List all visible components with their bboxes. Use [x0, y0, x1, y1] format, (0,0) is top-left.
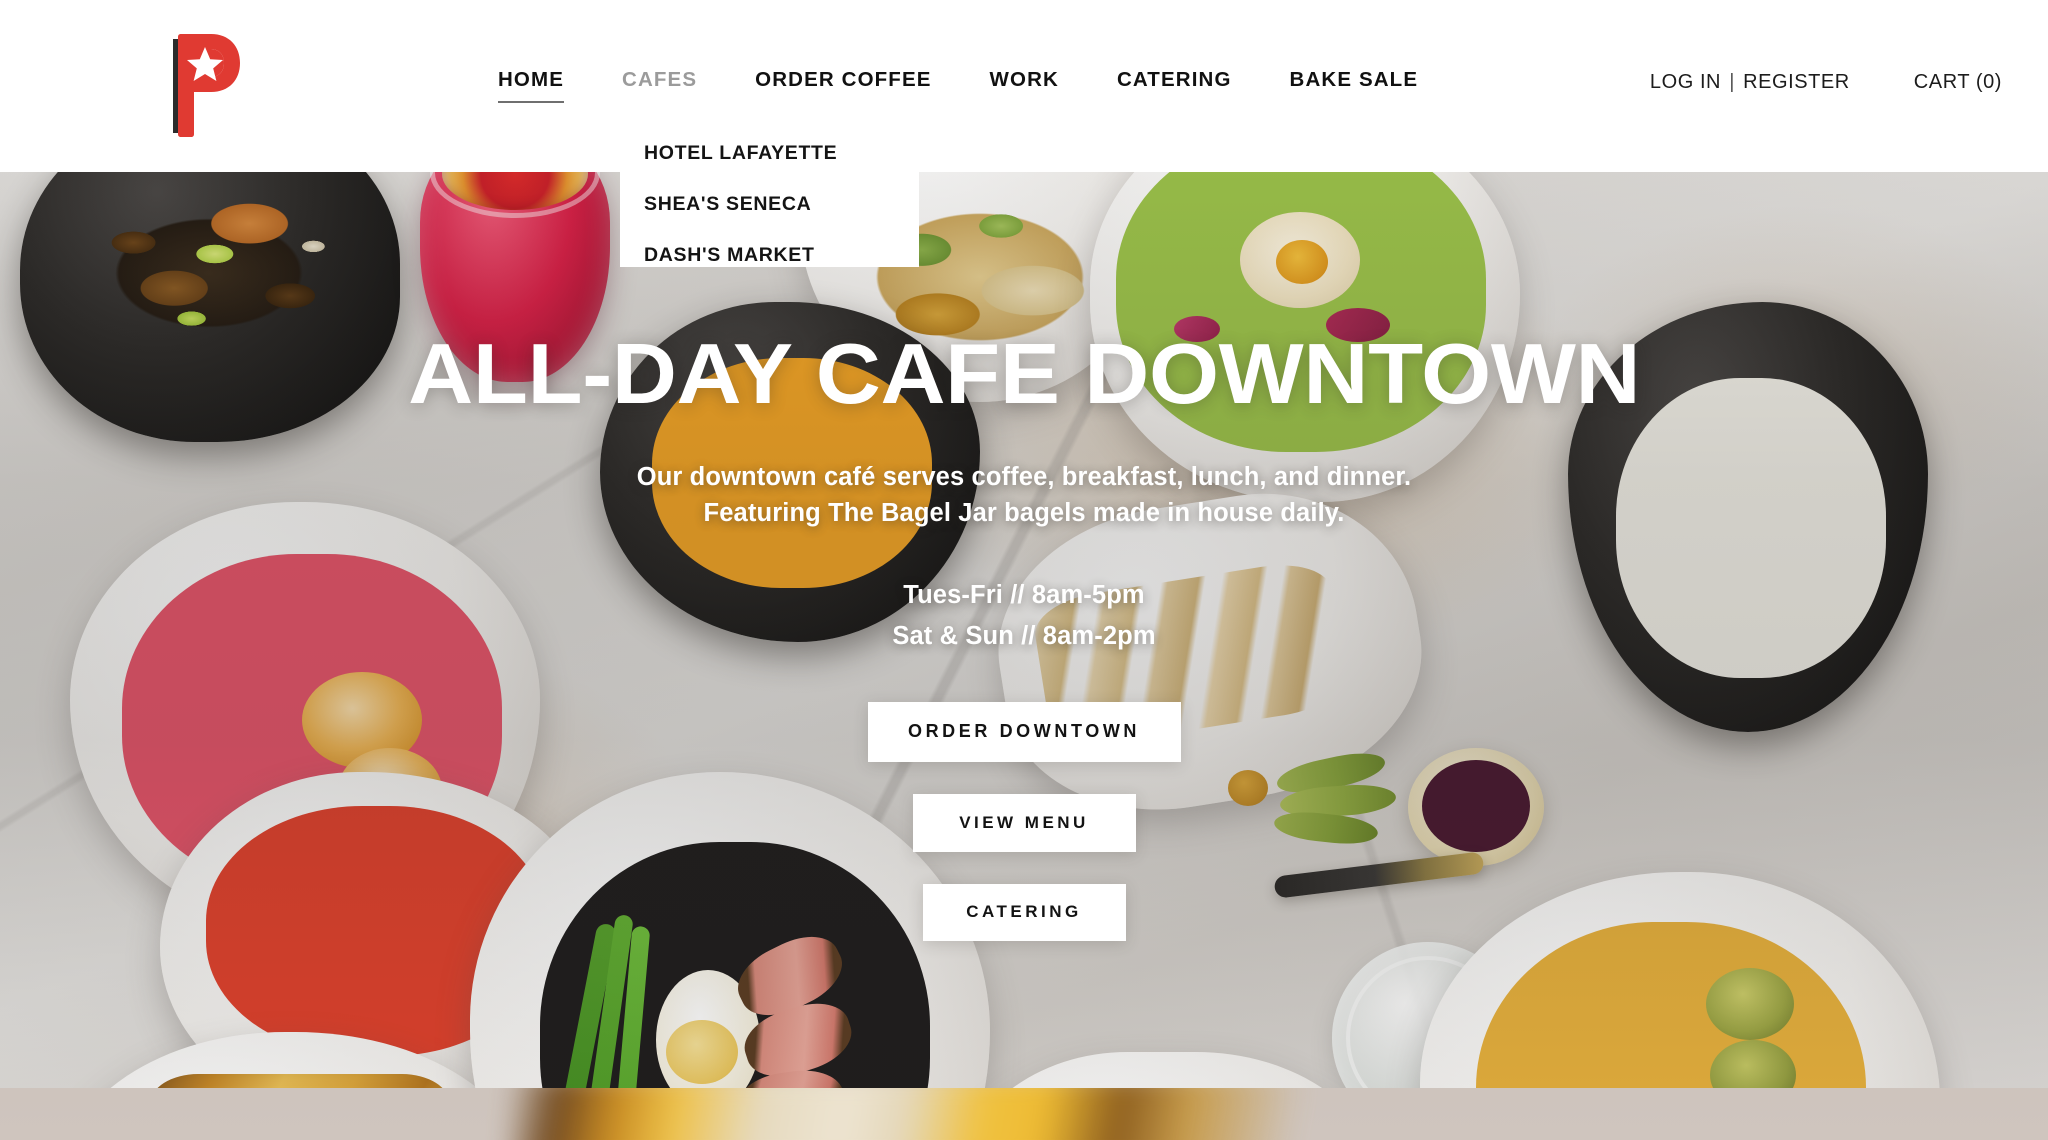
main-navigation: HOME CAFES ORDER COFFEE WORK CATERING BA… — [498, 68, 1418, 103]
view-menu-button[interactable]: VIEW MENU — [912, 793, 1136, 852]
nav-item-cafes[interactable]: CAFES — [622, 68, 697, 103]
cart-link[interactable]: CART (0) — [1914, 71, 2002, 94]
hero-hours-weekday: Tues-Fri // 8am-5pm — [903, 581, 1145, 610]
dropdown-item-dashs-market[interactable]: DASH'S MARKET — [644, 244, 815, 267]
nav-item-catering[interactable]: CATERING — [1117, 68, 1232, 103]
hero-hours: Tues-Fri // 8am-5pm Sat & Sun // 8am-2pm — [892, 575, 1155, 656]
catering-button[interactable]: CATERING — [922, 883, 1126, 941]
hero-subtitle: Our downtown café serves coffee, breakfa… — [637, 459, 1412, 531]
utility-navigation: LOG IN | REGISTER CART (0) — [1650, 71, 2002, 94]
nav-item-home[interactable]: HOME — [498, 68, 565, 103]
hero-subtitle-line-1: Our downtown café serves coffee, breakfa… — [636, 463, 1412, 491]
hero-hours-weekend: Sat & Sun // 8am-2pm — [892, 621, 1156, 650]
nav-item-bake-sale[interactable]: BAKE SALE — [1290, 68, 1419, 103]
dropdown-item-sheas-seneca[interactable]: SHEA'S SENECA — [644, 193, 811, 216]
utility-separator: | — [1729, 71, 1735, 93]
login-link[interactable]: LOG IN — [1650, 71, 1721, 93]
cafes-dropdown-menu: HOTEL LAFAYETTE SHEA'S SENECA DASH'S MAR… — [620, 115, 919, 267]
dropdown-item-hotel-lafayette[interactable]: HOTEL LAFAYETTE — [644, 142, 837, 165]
nav-item-order-coffee[interactable]: ORDER COFFEE — [755, 68, 931, 103]
site-header: HOME CAFES ORDER COFFEE WORK CATERING BA… — [0, 0, 2048, 172]
hero-title: ALL-DAY CAFE DOWNTOWN — [407, 327, 1641, 422]
hero-button-group: ORDER DOWNTOWN VIEW MENU CATERING — [867, 701, 1181, 941]
next-section-blurred-image — [510, 1088, 1350, 1140]
nav-item-work[interactable]: WORK — [990, 68, 1059, 103]
page-root: ALL-DAY CAFE DOWNTOWN Our downtown café … — [0, 0, 2048, 1140]
hero-subtitle-line-2: Featuring The Bagel Jar bagels made in h… — [703, 499, 1345, 528]
hero-section: ALL-DAY CAFE DOWNTOWN Our downtown café … — [0, 172, 2048, 1088]
order-downtown-button[interactable]: ORDER DOWNTOWN — [867, 701, 1181, 762]
register-link[interactable]: REGISTER — [1743, 71, 1850, 93]
hero-content: ALL-DAY CAFE DOWNTOWN Our downtown café … — [0, 172, 2048, 1088]
next-section-preview — [0, 1088, 2048, 1140]
account-links: LOG IN | REGISTER — [1650, 71, 1850, 94]
letter-p-star-logo[interactable] — [167, 33, 243, 139]
